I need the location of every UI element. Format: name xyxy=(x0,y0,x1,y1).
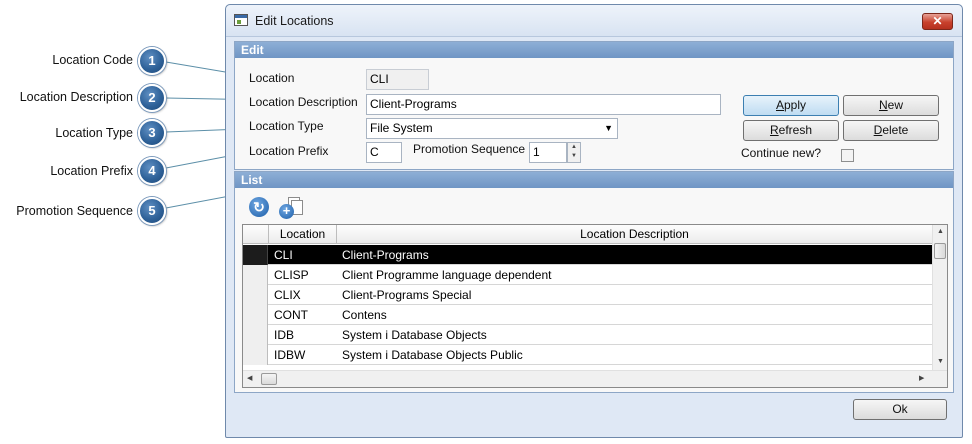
refresh-button[interactable]: Refresh xyxy=(743,120,839,141)
location-type-select[interactable]: File System ▼ xyxy=(366,118,618,139)
promotion-sequence-field[interactable]: 1 xyxy=(529,142,567,163)
continue-new-label: Continue new? xyxy=(741,146,822,160)
promotion-sequence-spinner[interactable]: ▲ ▼ xyxy=(567,142,581,163)
promotion-sequence-label: Promotion Sequence xyxy=(413,142,526,156)
callout-label-promotion-sequence: Promotion Sequence xyxy=(16,204,133,218)
scroll-up-icon[interactable]: ▲ xyxy=(937,228,944,235)
table-row[interactable]: IDB System i Database Objects xyxy=(243,325,933,345)
location-code-cell: CONT xyxy=(274,308,308,322)
location-code-field[interactable]: CLI xyxy=(366,69,429,90)
new-button[interactable]: New xyxy=(843,95,939,116)
grid-header: Location Location Description xyxy=(243,225,933,244)
scroll-left-icon[interactable]: ◀ xyxy=(247,374,252,382)
table-row[interactable]: CLISP Client Programme language dependen… xyxy=(243,265,933,285)
copy-add-icon: + xyxy=(279,196,305,222)
location-type-value: File System xyxy=(370,121,433,135)
horizontal-scrollbar[interactable]: ◀ ▶ xyxy=(243,370,947,387)
spin-down-icon[interactable]: ▼ xyxy=(568,152,580,161)
list-panel-header: List xyxy=(235,172,953,188)
callout-badge-2: 2 xyxy=(138,84,166,112)
title-bar[interactable]: Edit Locations ✕ xyxy=(226,5,962,37)
row-header-corner xyxy=(243,225,269,244)
table-row[interactable]: CLIX Client-Programs Special xyxy=(243,285,933,305)
close-button[interactable]: ✕ xyxy=(922,13,953,30)
location-description-cell: Client-Programs Special xyxy=(342,288,472,302)
callout-label-location-description: Location Description xyxy=(19,90,133,104)
continue-new-checkbox[interactable] xyxy=(841,149,854,162)
location-description-cell: Contens xyxy=(342,308,387,322)
scroll-down-icon[interactable]: ▼ xyxy=(937,358,944,365)
callout-badge-3: 3 xyxy=(138,119,166,147)
callout-label-location-prefix: Location Prefix xyxy=(50,164,133,178)
callout-badge-4: 4 xyxy=(138,157,166,185)
column-header-location[interactable]: Location xyxy=(269,225,337,244)
location-description-cell: System i Database Objects xyxy=(342,328,487,342)
ok-button[interactable]: Ok xyxy=(853,399,947,420)
location-code-cell: IDB xyxy=(274,328,295,342)
location-type-label: Location Type xyxy=(249,119,324,133)
table-row[interactable]: IDBW System i Database Objects Public xyxy=(243,345,933,365)
scroll-right-icon[interactable]: ▶ xyxy=(919,374,924,382)
edit-panel: Edit Location CLI Location Description C… xyxy=(234,41,954,170)
callout-badge-1: 1 xyxy=(138,47,166,75)
location-description-cell: Client-Programs xyxy=(342,248,429,262)
table-row[interactable]: CLI Client-Programs xyxy=(243,245,933,265)
copy-add-button[interactable]: + xyxy=(279,196,303,219)
window-icon xyxy=(234,14,248,26)
location-description-cell: Client Programme language dependent xyxy=(342,268,552,282)
location-description-label: Location Description xyxy=(249,95,358,109)
location-code-cell: CLI xyxy=(274,248,293,262)
callout-badge-5: 5 xyxy=(138,197,166,225)
apply-button[interactable]: Apply xyxy=(743,95,839,116)
callout-label-location-type: Location Type xyxy=(55,126,133,140)
list-panel: List ↻ + Location Location Description C… xyxy=(234,171,954,393)
location-label: Location xyxy=(249,71,295,85)
column-header-location-description[interactable]: Location Description xyxy=(337,225,933,244)
vertical-scrollbar[interactable]: ▲ ▼ xyxy=(932,225,947,370)
refresh-icon: ↻ xyxy=(249,197,269,217)
location-prefix-label: Location Prefix xyxy=(249,144,329,158)
horizontal-scroll-thumb[interactable] xyxy=(261,373,277,385)
location-code-cell: CLIX xyxy=(274,288,301,302)
spin-up-icon[interactable]: ▲ xyxy=(568,143,580,152)
location-description-cell: System i Database Objects Public xyxy=(342,348,523,362)
location-prefix-field[interactable]: C xyxy=(366,142,402,163)
window-title: Edit Locations xyxy=(255,14,334,28)
location-description-field[interactable]: Client-Programs xyxy=(366,94,721,115)
vertical-scroll-thumb[interactable] xyxy=(934,243,946,259)
edit-panel-header: Edit xyxy=(235,42,953,58)
delete-button[interactable]: Delete xyxy=(843,120,939,141)
table-row[interactable]: CONT Contens xyxy=(243,305,933,325)
callout-label-location-code: Location Code xyxy=(52,53,133,67)
locations-grid[interactable]: Location Location Description CLI Client… xyxy=(242,224,948,388)
location-code-cell: IDBW xyxy=(274,348,306,362)
edit-locations-window: Edit Locations ✕ Edit Location CLI Locat… xyxy=(225,4,963,438)
refresh-list-button[interactable]: ↻ xyxy=(248,196,270,218)
location-code-cell: CLISP xyxy=(274,268,309,282)
chevron-down-icon[interactable]: ▼ xyxy=(604,119,613,138)
